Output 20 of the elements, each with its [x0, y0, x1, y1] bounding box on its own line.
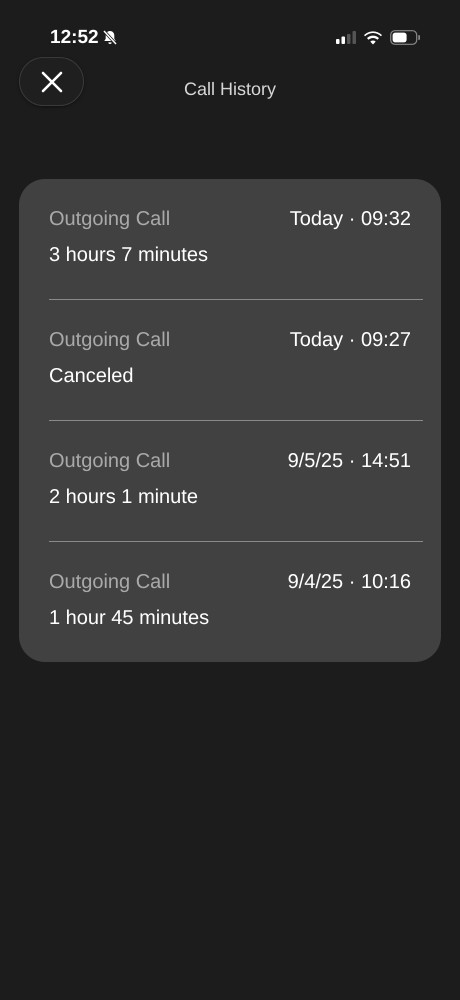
call-type: Outgoing Call — [49, 208, 170, 231]
call-time: 9/5/25 · 14:51 — [288, 450, 411, 473]
call-time: Today · 09:27 — [290, 329, 411, 352]
screen-title: Call History — [184, 78, 276, 100]
call-duration: 1 hour 45 minutes — [49, 607, 210, 630]
status-time: 12:52 — [50, 26, 99, 48]
call-duration: 2 hours 1 minute — [49, 486, 199, 509]
call-time: 9/4/25 · 10:16 — [288, 571, 411, 594]
bell-muted-icon — [102, 29, 118, 46]
battery-icon — [390, 30, 420, 45]
wifi-icon — [364, 30, 382, 44]
call-time: Today · 09:32 — [290, 208, 411, 231]
call-type: Outgoing Call — [49, 571, 170, 594]
close-button[interactable] — [19, 57, 84, 106]
call-duration: Canceled — [49, 365, 135, 388]
call-duration: 3 hours 7 minutes — [49, 244, 209, 267]
call-type: Outgoing Call — [49, 450, 170, 473]
call-type: Outgoing Call — [49, 329, 170, 352]
signal-icon — [336, 31, 356, 44]
close-icon — [40, 70, 62, 92]
